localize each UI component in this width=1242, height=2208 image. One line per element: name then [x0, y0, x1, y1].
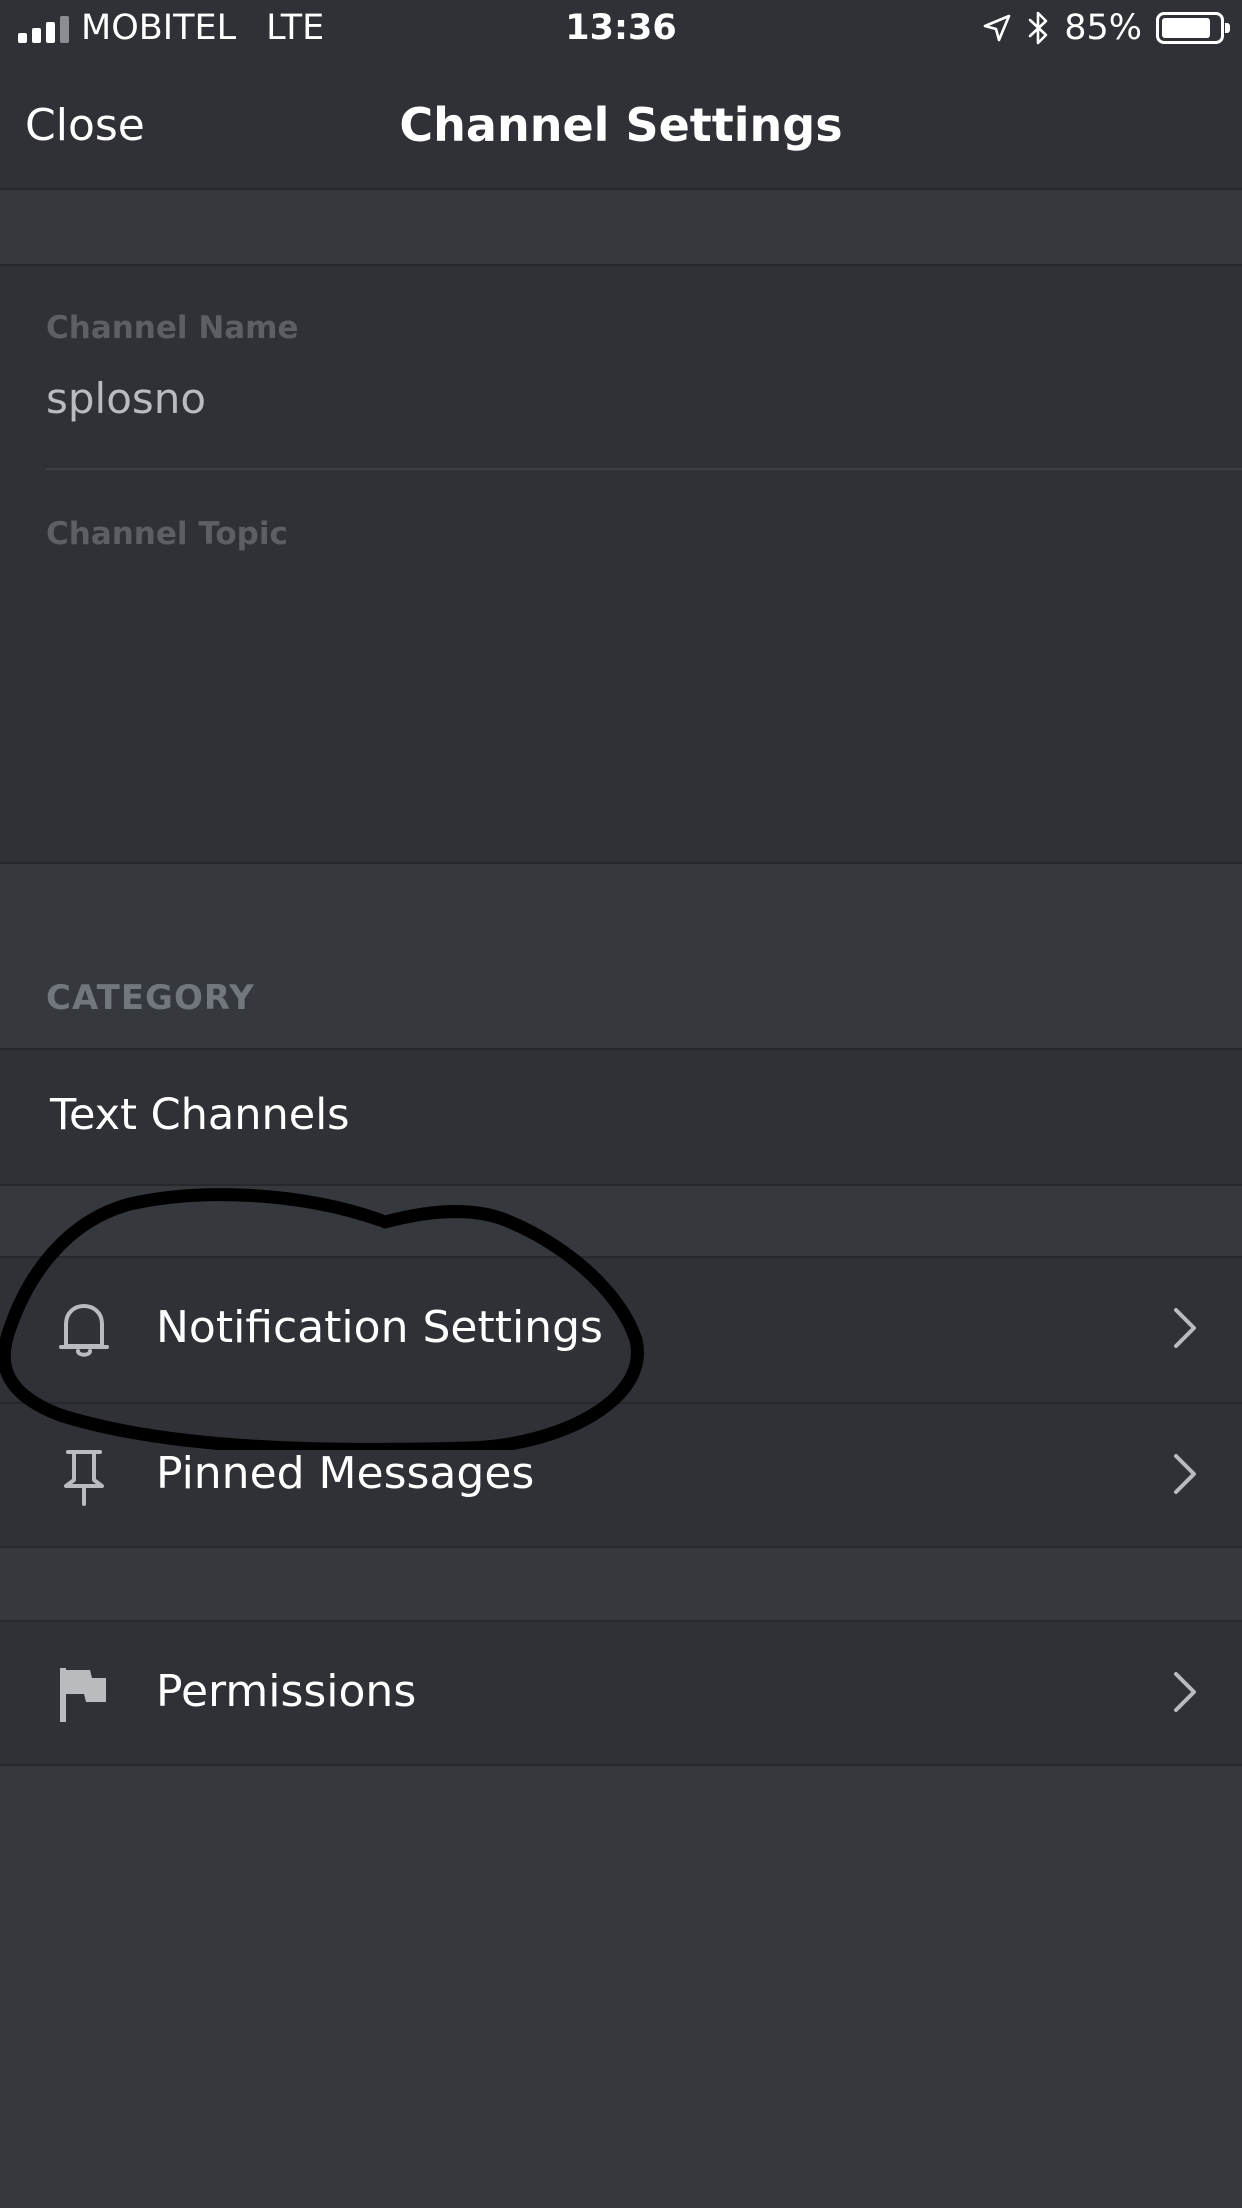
flag-icon: [60, 1668, 106, 1722]
chevron-right-icon: [1174, 1308, 1196, 1348]
channel-name-input[interactable]: splosno: [46, 374, 206, 423]
channel-topic-input[interactable]: [46, 566, 1196, 826]
category-header: CATEGORY: [46, 978, 255, 1018]
status-bar: MOBITEL LTE 13:36 85%: [0, 0, 1242, 62]
channel-info-panel: Channel Name splosno Channel Topic: [0, 264, 1242, 864]
permissions-row[interactable]: Permissions: [0, 1622, 1242, 1766]
pinned-messages-label: Pinned Messages: [156, 1448, 535, 1499]
bluetooth-icon: [1028, 11, 1048, 45]
permissions-group: Permissions: [0, 1620, 1242, 1766]
pinned-messages-row[interactable]: Pinned Messages: [0, 1404, 1242, 1548]
category-row[interactable]: Text Channels: [0, 1048, 1242, 1186]
notification-settings-label: Notification Settings: [156, 1302, 603, 1353]
battery-level: [1162, 18, 1210, 38]
page-title: Channel Settings: [399, 98, 843, 152]
bell-icon: [59, 1304, 109, 1357]
category-value: Text Channels: [50, 1090, 350, 1140]
location-arrow-icon: [983, 14, 1011, 42]
navigation-bar: Close Channel Settings: [0, 62, 1242, 190]
battery-icon: [1156, 12, 1230, 44]
chevron-right-icon: [1174, 1454, 1196, 1494]
battery-percent: 85%: [1064, 8, 1142, 48]
notification-settings-row[interactable]: Notification Settings: [0, 1258, 1242, 1402]
chevron-right-icon: [1174, 1672, 1196, 1712]
channel-name-label: Channel Name: [46, 310, 299, 346]
permissions-label: Permissions: [156, 1666, 417, 1717]
channel-topic-label: Channel Topic: [46, 516, 288, 552]
field-divider: [46, 468, 1242, 470]
channel-menu-group: Notification Settings Pinned Messages: [0, 1256, 1242, 1548]
pin-icon: [64, 1450, 104, 1506]
status-bar-right: 85%: [982, 8, 1230, 48]
